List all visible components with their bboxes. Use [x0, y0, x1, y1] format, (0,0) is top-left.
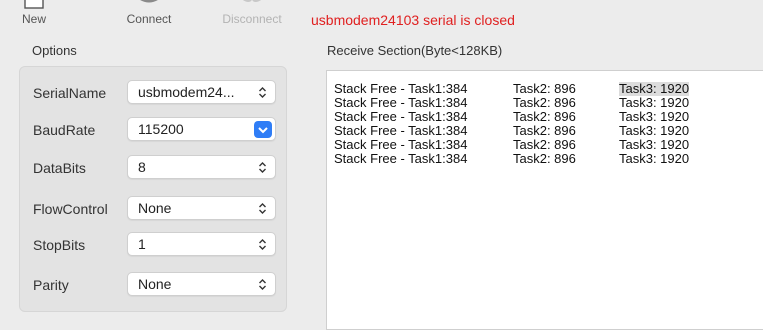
serial-name-value: usbmodem24... [138, 84, 235, 100]
task2-value: Task2: 896 [513, 123, 576, 138]
stop-bits-row: StopBits 1 [20, 232, 288, 258]
parity-value: None [138, 276, 172, 292]
chevron-updown-icon [259, 239, 266, 250]
task2-value: Task2: 896 [513, 95, 576, 110]
task3-value: Task3: 1920 [619, 137, 690, 152]
connect-icon [140, 0, 158, 3]
baud-rate-label: BaudRate [33, 122, 96, 138]
chevron-updown-icon [259, 162, 266, 173]
flow-control-value: None [138, 200, 172, 216]
data-bits-value: 8 [138, 159, 146, 175]
serial-name-row: SerialName usbmodem24... [20, 80, 288, 106]
task2-value: Task2: 896 [513, 151, 576, 166]
flow-control-label: FlowControl [33, 201, 108, 217]
options-title: Options [32, 43, 77, 58]
data-bits-label: DataBits [33, 160, 86, 176]
disconnect-label: Disconnect [222, 12, 282, 26]
disconnect-icon [242, 0, 262, 2]
task1-value: Stack Free - Task1:384 [334, 123, 468, 138]
baud-rate-row: BaudRate 115200 [20, 117, 288, 143]
chevron-down-icon [254, 121, 272, 138]
serial-name-label: SerialName [33, 85, 107, 101]
data-bits-select[interactable]: 8 [127, 155, 276, 179]
task3-value: Task3: 1920 [619, 95, 690, 110]
parity-row: Parity None [20, 272, 288, 298]
receive-section-title: Receive Section(Byte<128KB) [327, 43, 503, 58]
task1-value: Stack Free - Task1:384 [334, 151, 468, 166]
task2-value: Task2: 896 [513, 137, 576, 152]
options-panel: SerialName usbmodem24... BaudRate 115200… [19, 66, 287, 312]
baud-rate-value: 115200 [138, 121, 184, 137]
stop-bits-select[interactable]: 1 [127, 232, 276, 256]
toolbar: New Connect Disconnect usbmodem24103 ser… [0, 0, 763, 32]
parity-select[interactable]: None [127, 272, 276, 296]
parity-label: Parity [33, 277, 69, 293]
task2-value: Task2: 896 [513, 109, 576, 124]
stop-bits-value: 1 [138, 236, 146, 252]
flow-control-row: FlowControl None [20, 196, 288, 222]
data-bits-row: DataBits 8 [20, 155, 288, 181]
task2-value: Task2: 896 [513, 81, 576, 96]
new-label: New [21, 12, 46, 26]
disconnect-button[interactable]: Disconnect [209, 0, 295, 32]
status-message: usbmodem24103 serial is closed [311, 12, 515, 28]
receive-text-area[interactable]: Stack Free - Task1:384 Task2: 896 Task3:… [326, 70, 763, 330]
task3-value: Task3: 1920 [619, 123, 690, 138]
baud-rate-select[interactable]: 115200 [127, 117, 276, 141]
task3-value: Task3: 1920 [619, 109, 690, 124]
task1-value: Stack Free - Task1:384 [334, 109, 468, 124]
task1-value: Stack Free - Task1:384 [334, 137, 468, 152]
task3-value: Task3: 1920 [619, 151, 690, 166]
connect-button[interactable]: Connect [114, 0, 184, 32]
new-document-icon [24, 0, 44, 9]
stop-bits-label: StopBits [33, 237, 86, 253]
new-button[interactable]: New [11, 0, 57, 32]
chevron-updown-icon [259, 203, 266, 214]
connect-label: Connect [126, 12, 172, 26]
chevron-updown-icon [259, 279, 266, 290]
serial-name-select[interactable]: usbmodem24... [127, 80, 276, 104]
task1-value: Stack Free - Task1:384 [334, 81, 468, 96]
flow-control-select[interactable]: None [127, 196, 276, 220]
chevron-updown-icon [259, 87, 266, 98]
task1-value: Stack Free - Task1:384 [334, 95, 468, 110]
task3-value: Task3: 1920 [619, 81, 690, 96]
